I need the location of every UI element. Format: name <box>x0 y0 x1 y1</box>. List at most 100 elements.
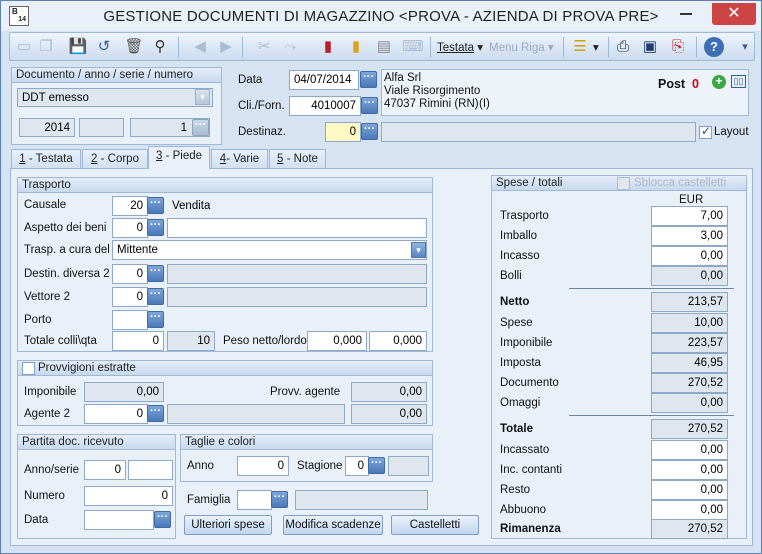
prev-icon[interactable]: ◀ <box>190 37 210 57</box>
document-icon[interactable]: ▤ <box>374 37 394 57</box>
famiglia-description <box>295 490 428 510</box>
pdf-icon[interactable]: ⎘ <box>668 37 688 57</box>
castelletti-button[interactable]: Castelletti <box>391 515 479 535</box>
spese-label: Spese <box>500 317 533 329</box>
tab-testata[interactable]: 1 - Testata <box>11 149 81 169</box>
partita-data-field[interactable] <box>84 510 154 530</box>
calendar-icon[interactable]: ··· <box>360 71 377 88</box>
agente2-code-field[interactable]: 0 <box>84 404 148 424</box>
spese-label: Netto <box>500 296 530 308</box>
new-icon[interactable]: ▭ <box>14 37 34 57</box>
cliforn-lookup-icon[interactable]: ··· <box>361 97 378 114</box>
undo-icon[interactable]: ↺ <box>94 37 114 57</box>
partita-anno-field[interactable]: 0 <box>84 460 126 480</box>
next-icon[interactable]: ▶ <box>216 37 236 57</box>
resto-field[interactable]: 0,00 <box>651 480 728 500</box>
peso-netto-field[interactable]: 0,000 <box>307 331 367 351</box>
partita-anno-label: Anno/serie <box>24 464 79 476</box>
toolbar-separator <box>242 37 243 57</box>
stagione-field[interactable]: 0 <box>345 456 369 476</box>
spese-label: Imballo <box>500 230 538 242</box>
anno-field[interactable]: 2014 <box>19 118 75 137</box>
tab-piede[interactable]: 3 - Piede <box>148 146 210 169</box>
prov-imponibile-label: Imponibile <box>24 386 77 398</box>
book-icon[interactable]: ▯▯ <box>731 75 746 88</box>
porto-label: Porto <box>24 314 52 326</box>
save-icon[interactable]: 💾 <box>68 37 88 57</box>
destinaz-field[interactable]: 0 <box>325 122 361 142</box>
taglie-anno-field[interactable]: 0 <box>237 456 289 476</box>
chevron-down-icon[interactable]: ▾ <box>411 242 426 258</box>
imballo-field[interactable]: 3,00 <box>651 226 728 246</box>
trasporto-spesa-field[interactable]: 7,00 <box>651 206 728 226</box>
incasso-field[interactable]: 0,00 <box>651 246 728 266</box>
unlink-icon[interactable]: ⤳ <box>280 37 300 57</box>
vettore-code-field[interactable]: 0 <box>112 287 148 307</box>
keyboard-icon[interactable]: ⌨ <box>402 37 424 57</box>
abbuono-field[interactable]: 0,00 <box>651 500 728 520</box>
agente2-lookup-icon[interactable]: ··· <box>147 405 164 422</box>
vettore-lookup-icon[interactable]: ··· <box>147 288 164 305</box>
modifica-scadenze-button[interactable]: Modifica scadenze <box>283 515 383 535</box>
data-field[interactable]: 04/07/2014 <box>289 70 359 90</box>
list-dropdown[interactable]: ▾ <box>593 40 599 54</box>
spese-label: Documento <box>500 377 559 389</box>
layout-checkbox[interactable] <box>699 124 712 139</box>
close-button[interactable]: ✕ <box>712 3 756 25</box>
causale-code-field[interactable]: 20 <box>112 196 148 216</box>
toolbar-separator <box>178 37 179 57</box>
partita-numero-field[interactable]: 0 <box>84 486 173 506</box>
help-icon[interactable]: ? <box>704 37 724 57</box>
tab-varie[interactable]: 4- Varie <box>211 149 268 169</box>
document-type-select[interactable]: DDT emesso <box>17 88 213 107</box>
list-icon[interactable]: ☰ <box>570 37 590 57</box>
trasp-select[interactable]: Mittente <box>112 240 427 260</box>
incassato-field[interactable]: 0,00 <box>651 440 728 460</box>
sblocca-checkbox[interactable] <box>617 177 630 190</box>
book-yellow-icon[interactable]: ▮ <box>346 37 366 57</box>
customer-street: Viale Risorgimento <box>384 85 481 97</box>
destin-code-field[interactable]: 0 <box>112 264 148 284</box>
porto-field[interactable] <box>112 310 148 330</box>
toolbar-overflow-icon[interactable]: ▾ <box>738 37 752 57</box>
stagione-lookup-icon[interactable]: ··· <box>368 457 385 474</box>
trasporto-title: Trasporto <box>18 178 432 193</box>
add-icon[interactable]: + <box>712 75 726 89</box>
inc-contanti-field[interactable]: 0,00 <box>651 460 728 480</box>
aspetto-description-field[interactable] <box>167 218 427 238</box>
provvigioni-checkbox[interactable] <box>22 362 35 375</box>
imponibile-totale-field: 223,57 <box>651 333 728 353</box>
delete-icon[interactable]: 🗑 <box>124 37 144 57</box>
spese-label: Totale <box>500 423 534 435</box>
aspetto-lookup-icon[interactable]: ··· <box>147 219 164 236</box>
porto-lookup-icon[interactable]: ··· <box>147 311 164 328</box>
peso-lordo-field[interactable]: 0,000 <box>369 331 427 351</box>
causale-lookup-icon[interactable]: ··· <box>147 197 164 214</box>
partita-serie-field[interactable] <box>128 460 173 480</box>
chevron-down-icon[interactable]: ▾ <box>195 89 210 105</box>
tab-corpo[interactable]: 2 - Corpo <box>82 149 148 169</box>
netto-field: 213,57 <box>651 292 728 312</box>
destin-lookup-icon[interactable]: ··· <box>147 265 164 282</box>
numero-lookup-icon[interactable]: ··· <box>192 119 209 136</box>
testata-menu[interactable]: Testata ▾ <box>437 40 483 54</box>
book-red-icon[interactable]: ▮ <box>318 37 338 57</box>
monitor-icon[interactable]: ▣ <box>640 37 660 57</box>
cliforn-field[interactable]: 4010007 <box>289 96 361 116</box>
cut-icon[interactable]: ✂ <box>254 37 274 57</box>
aspetto-code-field[interactable]: 0 <box>112 218 148 238</box>
colli-field[interactable]: 0 <box>112 331 164 351</box>
destinaz-lookup-icon[interactable]: ··· <box>361 123 378 140</box>
serie-field[interactable] <box>79 118 124 137</box>
menu-riga-menu[interactable]: Menu Riga ▾ <box>489 40 554 54</box>
famiglia-field[interactable] <box>237 490 272 510</box>
famiglia-lookup-icon[interactable]: ··· <box>271 491 288 508</box>
printer-icon[interactable]: ⎙ <box>613 37 633 57</box>
copy-icon[interactable]: ❐ <box>36 37 56 57</box>
tab-note[interactable]: 5 - Note <box>269 149 326 169</box>
ulteriori-spese-button[interactable]: Ulteriori spese <box>184 515 272 535</box>
minimize-icon[interactable] <box>680 13 692 15</box>
partita-calendar-icon[interactable]: ··· <box>154 511 171 528</box>
chevron-down-icon: ▾ <box>547 42 554 54</box>
binoculars-icon[interactable]: ⚲ <box>150 37 170 57</box>
